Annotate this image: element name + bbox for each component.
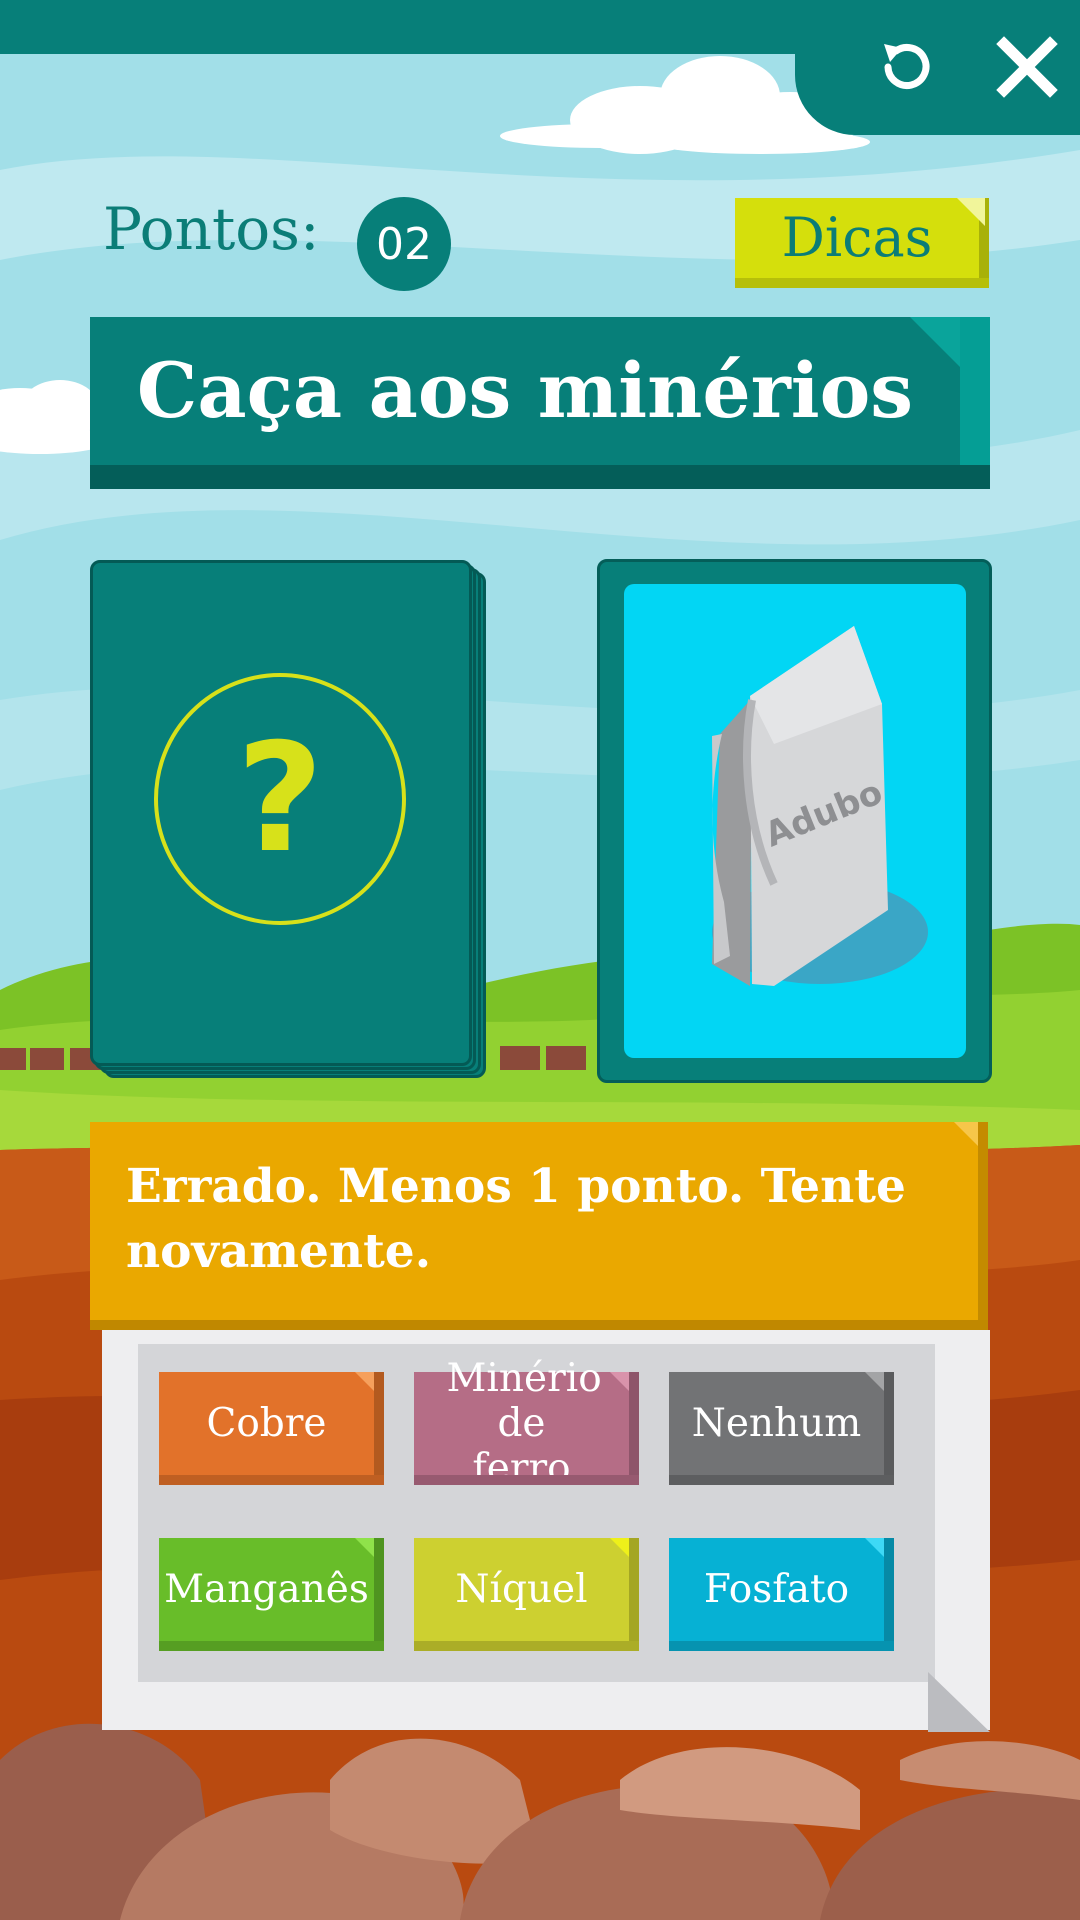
- score-badge: 02: [357, 197, 451, 291]
- answer-label: Nenhum: [691, 1401, 862, 1446]
- answer-label: Níquel: [455, 1567, 588, 1612]
- revealed-card: Adubo: [597, 559, 992, 1083]
- restart-icon: [884, 44, 930, 89]
- fertilizer-bag-icon: Adubo: [712, 626, 928, 986]
- answer-button-manganes[interactable]: Manganês: [159, 1538, 384, 1651]
- card-deck[interactable]: ?: [90, 560, 490, 1082]
- answer-button-nenhum[interactable]: Nenhum: [669, 1372, 894, 1485]
- answer-label: Cobre: [206, 1401, 327, 1446]
- answer-label: Manganês: [164, 1567, 369, 1612]
- answer-label: Fosfato: [703, 1567, 850, 1612]
- feedback-message: Errado. Menos 1 ponto. Tente novamente.: [126, 1159, 906, 1279]
- restart-button[interactable]: [867, 27, 947, 107]
- close-button[interactable]: [987, 27, 1067, 107]
- answer-button-minerio-de-ferro[interactable]: Minério de ferro: [414, 1356, 639, 1491]
- tips-button[interactable]: Dicas: [735, 198, 989, 288]
- feedback-banner: Errado. Menos 1 ponto. Tente novamente.: [90, 1122, 988, 1330]
- answer-button-niquel[interactable]: Níquel: [414, 1538, 639, 1651]
- close-icon: [996, 36, 1058, 98]
- game-title: Caça aos minérios: [136, 346, 914, 435]
- score-label: Pontos:: [103, 195, 320, 263]
- game-title-banner: Caça aos minérios: [90, 317, 990, 489]
- tips-button-label: Dicas: [781, 206, 933, 269]
- answer-label: Minério de ferro: [446, 1356, 602, 1491]
- answer-button-fosfato[interactable]: Fosfato: [669, 1538, 894, 1651]
- question-mark-icon: ?: [154, 673, 406, 925]
- answer-button-cobre[interactable]: Cobre: [159, 1372, 384, 1485]
